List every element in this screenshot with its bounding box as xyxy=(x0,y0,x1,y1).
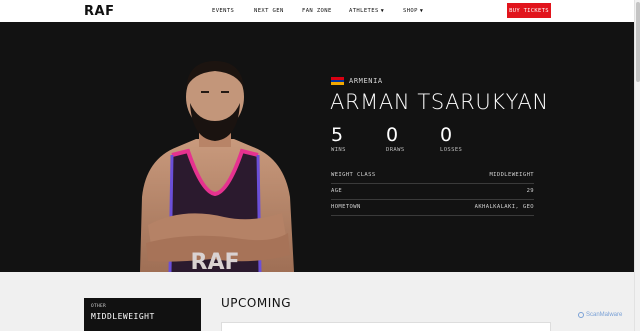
scanmalware-label: ScanMalware xyxy=(586,312,623,318)
nav-next-gen[interactable]: NEXT GEN xyxy=(254,8,284,14)
info-label: WEIGHT CLASS xyxy=(331,172,376,178)
scanmalware-watermark: ScanMalware xyxy=(578,312,622,318)
nav-athletes-label: ATHLETES xyxy=(349,8,379,14)
nav-events[interactable]: EVENTS xyxy=(212,8,234,14)
stat-losses-label: LOSSES xyxy=(440,147,463,153)
flag-stripe-orange xyxy=(331,82,344,86)
scrollbar-thumb[interactable] xyxy=(636,2,640,82)
stat-wins-value: 5 xyxy=(331,124,344,146)
info-row-age: AGE 29 xyxy=(331,183,534,200)
athlete-photo: RAF xyxy=(140,61,294,272)
athlete-name: ARMAN TSARUKYAN xyxy=(330,90,549,114)
stat-draws: 0 DRAWS xyxy=(386,125,426,153)
nav-athletes[interactable]: ATHLETES ▼ xyxy=(349,8,384,14)
info-row-weight-class: WEIGHT CLASS MIDDLEWEIGHT xyxy=(331,167,534,184)
info-value: AKHALKALAKI, GEO xyxy=(474,204,534,210)
athlete-country: ARMENIA xyxy=(331,77,383,86)
stat-draws-value: 0 xyxy=(386,124,399,146)
stat-losses: 0 LOSSES xyxy=(440,125,480,153)
athlete-hero: RAF ARMENIA ARMAN TSARUKYAN 5 WINS 0 DRA… xyxy=(0,22,634,272)
stat-draws-label: DRAWS xyxy=(386,147,405,153)
country-label: ARMENIA xyxy=(349,77,383,85)
info-row-hometown: HOMETOWN AKHALKALAKI, GEO xyxy=(331,199,534,216)
raf-logo[interactable]: RAF xyxy=(84,4,114,19)
other-weight-class-card[interactable]: OTHER MIDDLEWEIGHT xyxy=(84,298,201,331)
info-label: HOMETOWN xyxy=(331,204,361,210)
other-weight-class-label: MIDDLEWEIGHT xyxy=(91,312,155,321)
nav-shop-label: SHOP xyxy=(403,8,418,14)
top-nav: RAF EVENTS NEXT GEN FAN ZONE ATHLETES ▼ S… xyxy=(0,0,634,22)
svg-text:RAF: RAF xyxy=(191,250,240,272)
info-label: AGE xyxy=(331,188,343,194)
upcoming-panel xyxy=(221,322,551,331)
armenia-flag-icon xyxy=(331,77,344,86)
other-small-label: OTHER xyxy=(91,304,107,309)
info-value: 29 xyxy=(526,188,534,194)
buy-tickets-button[interactable]: BUY TICKETS xyxy=(507,3,551,18)
stat-wins-label: WINS xyxy=(331,147,346,153)
nav-fan-zone[interactable]: FAN ZONE xyxy=(302,8,332,14)
page-scrollbar[interactable] xyxy=(634,0,640,331)
info-value: MIDDLEWEIGHT xyxy=(489,172,534,178)
upcoming-heading: UPCOMING xyxy=(221,296,292,310)
chevron-down-icon: ▼ xyxy=(419,8,424,14)
scanmalware-icon xyxy=(578,312,584,318)
chevron-down-icon: ▼ xyxy=(380,8,385,14)
lower-section: OTHER MIDDLEWEIGHT UPCOMING xyxy=(0,272,634,331)
nav-shop[interactable]: SHOP ▼ xyxy=(403,8,423,14)
stat-wins: 5 WINS xyxy=(331,125,371,153)
stat-losses-value: 0 xyxy=(440,124,453,146)
